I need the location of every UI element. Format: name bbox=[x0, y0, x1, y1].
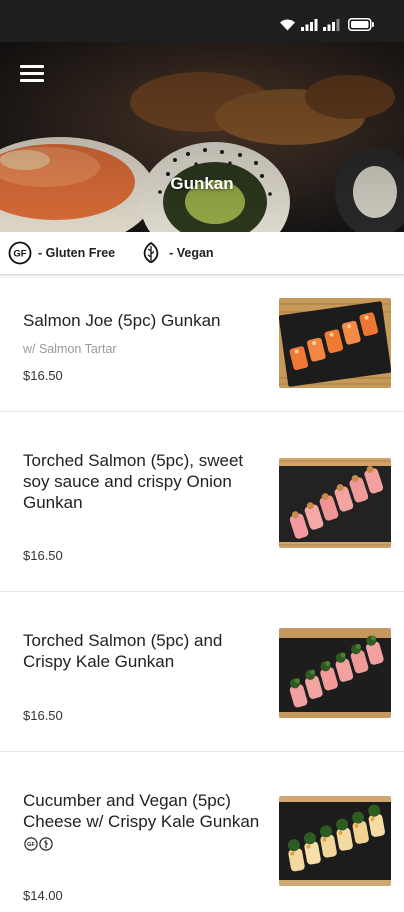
hamburger-icon bbox=[20, 65, 44, 68]
item-price: $16.50 bbox=[23, 708, 63, 723]
hero-sushi-image bbox=[0, 42, 404, 232]
gluten-free-icon: GF bbox=[8, 241, 32, 265]
svg-text:6: 6 bbox=[291, 26, 294, 31]
legend-vegan: - Vegan bbox=[139, 241, 214, 265]
item-name: Cucumber and Vegan (5pc) Cheese w/ Crisp… bbox=[23, 790, 268, 853]
item-name-text: Cucumber and Vegan (5pc) Cheese w/ Crisp… bbox=[23, 791, 260, 831]
item-image bbox=[279, 298, 391, 388]
gluten-free-icon: GF bbox=[24, 836, 38, 851]
item-image bbox=[279, 628, 391, 718]
page-title: Gunkan bbox=[170, 174, 234, 193]
item-price: $16.50 bbox=[23, 368, 63, 383]
wifi-icon: 6 bbox=[280, 19, 295, 31]
status-icons: 6 bbox=[279, 18, 374, 31]
menu-item[interactable]: Salmon Joe (5pc) Gunkan w/ Salmon Tartar… bbox=[0, 276, 404, 412]
vegan-leaf-icon bbox=[39, 836, 53, 851]
item-name: Salmon Joe (5pc) Gunkan bbox=[23, 311, 221, 330]
legend-label: - Vegan bbox=[169, 246, 214, 260]
signal-icon bbox=[301, 18, 318, 31]
svg-text:GF: GF bbox=[27, 842, 35, 848]
item-name: Torched Salmon (5pc) and Crispy Kale Gun… bbox=[23, 631, 223, 671]
category-hero: Gunkan bbox=[0, 42, 404, 232]
item-price: $16.50 bbox=[23, 548, 63, 563]
menu-button[interactable] bbox=[20, 65, 44, 85]
item-image bbox=[279, 796, 391, 886]
menu-item[interactable]: Cucumber and Vegan (5pc) Cheese w/ Crisp… bbox=[0, 752, 404, 912]
menu-item[interactable]: Torched Salmon (5pc) and Crispy Kale Gun… bbox=[0, 592, 404, 752]
item-description: w/ Salmon Tartar bbox=[23, 342, 117, 356]
item-name: Torched Salmon (5pc), sweet soy sauce an… bbox=[23, 451, 244, 512]
vegan-leaf-icon bbox=[143, 241, 159, 264]
legend-label: - Gluten Free bbox=[38, 246, 116, 260]
item-price: $14.00 bbox=[23, 888, 63, 903]
status-bar: 6 bbox=[0, 0, 404, 42]
battery-icon bbox=[348, 18, 374, 31]
menu-item[interactable]: Torched Salmon (5pc), sweet soy sauce an… bbox=[0, 412, 404, 592]
dietary-legend: GF - Gluten Free - Vegan bbox=[0, 232, 404, 275]
signal-icon-2 bbox=[323, 18, 340, 31]
legend-gluten-free: GF - Gluten Free bbox=[8, 241, 115, 265]
item-image bbox=[279, 458, 391, 548]
svg-text:GF: GF bbox=[13, 249, 26, 260]
